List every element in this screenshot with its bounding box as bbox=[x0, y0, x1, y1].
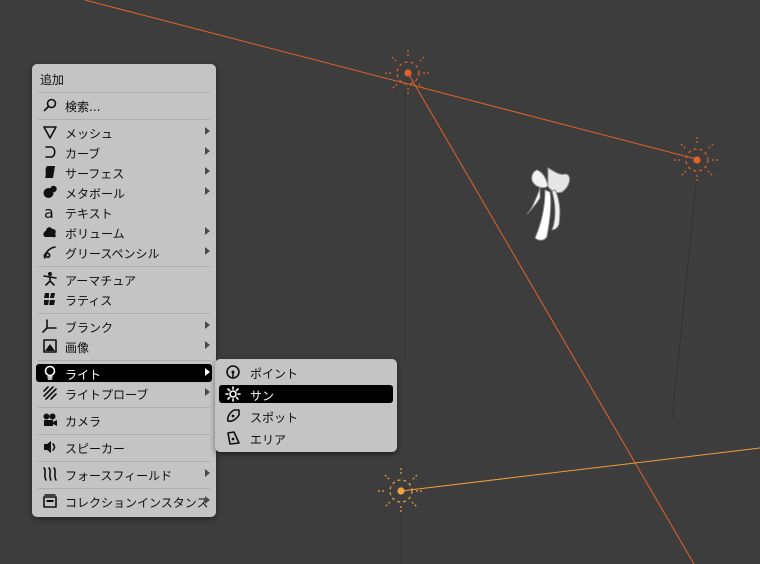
text-icon: a bbox=[44, 204, 54, 220]
separator bbox=[38, 119, 210, 120]
menu-item-image[interactable]: 画像 bbox=[36, 337, 212, 355]
submenu-arrow-icon bbox=[205, 368, 210, 376]
point-light-icon bbox=[226, 365, 240, 379]
armature-icon bbox=[43, 272, 57, 286]
menu-item-mesh[interactable]: メッシュ bbox=[36, 123, 212, 141]
spot-light-icon bbox=[226, 409, 240, 423]
menu-item-surface[interactable]: サーフェス bbox=[36, 163, 212, 181]
separator bbox=[38, 434, 210, 435]
volume-icon bbox=[43, 227, 56, 238]
ribbon-bow-object[interactable] bbox=[526, 167, 570, 241]
submenu-arrow-icon bbox=[205, 227, 210, 235]
surface-icon bbox=[45, 166, 55, 178]
add-menu: 追加 検索... メッシュ カーブ サーフェス メタボール a テキスト ボリュ… bbox=[32, 64, 216, 517]
camera-icon bbox=[43, 413, 57, 426]
speaker-icon bbox=[44, 441, 56, 453]
submenu-arrow-icon bbox=[205, 187, 210, 195]
menu-item-curve[interactable]: カーブ bbox=[36, 143, 212, 161]
menu-item-sun-light[interactable]: サン bbox=[219, 385, 393, 403]
svg-text:a: a bbox=[44, 204, 54, 220]
sun-light-icon bbox=[225, 386, 241, 402]
submenu-arrow-icon bbox=[205, 147, 210, 155]
empty-icon bbox=[42, 319, 57, 333]
submenu-arrow-icon bbox=[205, 247, 210, 255]
menu-item-search[interactable]: 検索... bbox=[36, 96, 212, 114]
submenu-arrow-icon bbox=[205, 127, 210, 135]
metaball-icon bbox=[43, 185, 57, 198]
separator bbox=[38, 407, 210, 408]
sun-light-object-top[interactable] bbox=[385, 50, 431, 96]
menu-item-speaker[interactable]: スピーカー bbox=[36, 438, 212, 456]
curve-icon bbox=[45, 146, 56, 158]
image-icon bbox=[43, 339, 57, 353]
menu-item-collection-instance[interactable]: コレクションインスタンス bbox=[36, 492, 212, 510]
submenu-arrow-icon bbox=[205, 341, 210, 349]
submenu-arrow-icon bbox=[205, 321, 210, 329]
menu-item-metaball[interactable]: メタボール bbox=[36, 183, 212, 201]
collection-instance-icon bbox=[43, 494, 57, 508]
light-probe-icon bbox=[43, 386, 57, 400]
separator bbox=[38, 461, 210, 462]
separator bbox=[38, 313, 210, 314]
menu-item-light[interactable]: ライト bbox=[36, 364, 212, 382]
menu-item-armature[interactable]: アーマチュア bbox=[36, 270, 212, 288]
separator bbox=[38, 266, 210, 267]
menu-title: 追加 bbox=[40, 73, 65, 87]
lattice-icon bbox=[44, 293, 55, 305]
submenu-arrow-icon bbox=[205, 469, 210, 477]
sun-light-object-active[interactable] bbox=[378, 468, 424, 514]
mesh-icon bbox=[43, 126, 57, 139]
separator bbox=[38, 92, 210, 93]
area-light-icon bbox=[227, 431, 240, 445]
menu-item-light-probe[interactable]: ライトプローブ bbox=[36, 384, 212, 402]
force-field-icon bbox=[43, 467, 57, 481]
menu-item-text[interactable]: a テキスト bbox=[36, 203, 212, 221]
separator bbox=[38, 360, 210, 361]
grease-pencil-icon bbox=[43, 246, 56, 259]
menu-item-empty[interactable]: ブランク bbox=[36, 317, 212, 335]
search-icon bbox=[43, 98, 57, 112]
sun-light-object-right[interactable] bbox=[674, 137, 720, 183]
menu-item-area-light[interactable]: エリア bbox=[219, 429, 393, 447]
menu-item-point-light[interactable]: ポイント bbox=[219, 363, 393, 381]
submenu-arrow-icon bbox=[205, 388, 210, 396]
menu-item-volume[interactable]: ボリューム bbox=[36, 223, 212, 241]
menu-item-lattice[interactable]: ラティス bbox=[36, 290, 212, 308]
menu-item-force-field[interactable]: フォースフィールド bbox=[36, 465, 212, 483]
menu-item-spot-light[interactable]: スポット bbox=[219, 407, 393, 425]
light-submenu: ポイント サン スポット エリア bbox=[215, 359, 397, 452]
separator bbox=[38, 488, 210, 489]
menu-item-grease-pencil[interactable]: グリースペンシル bbox=[36, 243, 212, 261]
submenu-arrow-icon bbox=[205, 167, 210, 175]
submenu-arrow-icon bbox=[205, 496, 210, 504]
menu-item-camera[interactable]: カメラ bbox=[36, 411, 212, 429]
light-bulb-icon bbox=[44, 365, 56, 380]
